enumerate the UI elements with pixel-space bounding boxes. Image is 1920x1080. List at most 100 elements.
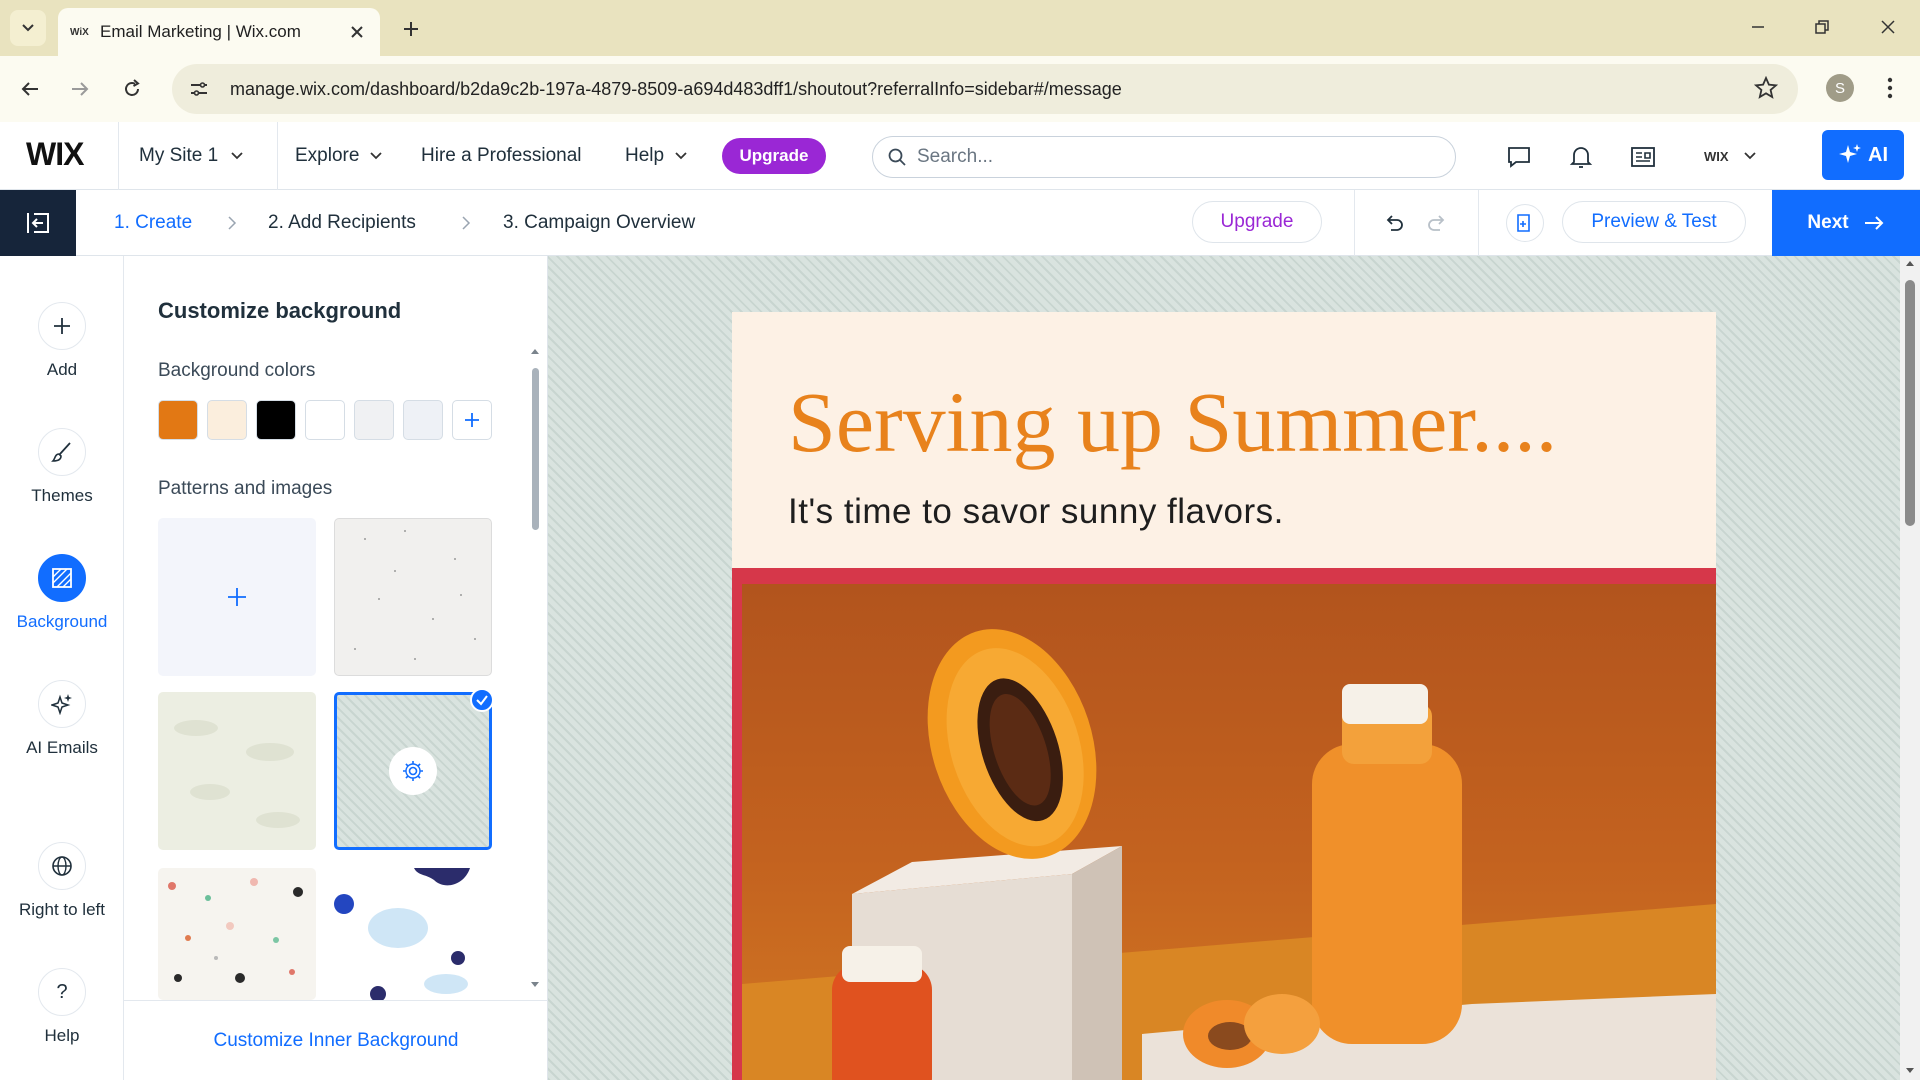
browser-tab[interactable]: WiX Email Marketing | Wix.com xyxy=(58,8,380,56)
notifications-button[interactable] xyxy=(1564,140,1598,174)
site-selector[interactable]: My Site 1 xyxy=(118,122,278,190)
hero-image-block[interactable] xyxy=(732,568,1716,1080)
panel-scrollbar[interactable] xyxy=(528,346,542,990)
search-box[interactable] xyxy=(872,136,1456,178)
brush-icon xyxy=(51,442,71,462)
add-circle xyxy=(38,302,86,350)
updates-button[interactable] xyxy=(1626,140,1660,174)
ai-label: AI xyxy=(1868,143,1888,166)
color-swatch[interactable] xyxy=(158,400,198,440)
upgrade-outline-button[interactable]: Upgrade xyxy=(1192,201,1322,243)
rail-item-add[interactable]: Add xyxy=(0,302,124,380)
exit-editor-button[interactable] xyxy=(0,190,76,256)
upload-pattern-tile[interactable] xyxy=(158,518,316,676)
selected-check-icon xyxy=(470,688,494,712)
tab-search-button[interactable] xyxy=(10,10,46,46)
chevron-right-icon xyxy=(462,216,471,230)
step-campaign-overview[interactable]: 3. Campaign Overview xyxy=(503,190,695,256)
email-subheadline[interactable]: It's time to savor sunny flavors. xyxy=(788,492,1284,532)
bookmark-star-button[interactable] xyxy=(1754,76,1778,100)
url-text: manage.wix.com/dashboard/b2da9c2b-197a-4… xyxy=(230,78,1122,99)
color-swatch[interactable] xyxy=(207,400,247,440)
new-tab-button[interactable] xyxy=(396,14,426,44)
scroll-down-arrow-icon xyxy=(531,982,539,987)
scroll-down-arrow-icon xyxy=(1906,1068,1914,1073)
panel-scroll-thumb[interactable] xyxy=(532,368,539,530)
rtl-circle xyxy=(38,842,86,890)
color-swatch[interactable] xyxy=(256,400,296,440)
redo-button[interactable] xyxy=(1421,207,1453,239)
color-swatch[interactable] xyxy=(305,400,345,440)
canvas-scroll-thumb[interactable] xyxy=(1905,280,1915,526)
minimize-window-button[interactable] xyxy=(1740,12,1776,42)
exit-icon xyxy=(27,213,49,233)
rail-label: Themes xyxy=(31,486,93,505)
canvas-scrollbar[interactable] xyxy=(1900,256,1920,1080)
chevron-down-icon xyxy=(1743,152,1756,160)
color-swatch[interactable] xyxy=(403,400,443,440)
campaign-steps-bar: 1. Create 2. Add Recipients 3. Campaign … xyxy=(0,190,1920,256)
rail-item-ai-emails[interactable]: AI Emails xyxy=(0,680,124,758)
pattern-tile-clouds[interactable] xyxy=(158,692,316,850)
rail-label: Background xyxy=(16,612,108,631)
speckle-pattern xyxy=(354,530,476,660)
rail-item-themes[interactable]: Themes xyxy=(0,428,124,506)
wix-logo[interactable]: WIX xyxy=(26,136,84,173)
browser-tab-strip: WiX Email Marketing | Wix.com xyxy=(0,0,1920,56)
pattern-tile-terrazzo[interactable] xyxy=(158,868,316,1000)
plus-icon xyxy=(404,22,418,36)
help-menu[interactable]: Help xyxy=(625,122,688,190)
upgrade-button[interactable]: Upgrade xyxy=(722,138,826,174)
wix-favicon-icon: WiX xyxy=(70,26,89,38)
hire-professional-link[interactable]: Hire a Professional xyxy=(421,122,582,190)
explore-menu[interactable]: Explore xyxy=(295,122,383,190)
forward-button[interactable] xyxy=(64,73,96,105)
minimize-icon xyxy=(1752,26,1764,28)
chevron-down-icon xyxy=(231,152,243,160)
plus-icon xyxy=(54,318,70,334)
site-info-icon[interactable] xyxy=(186,76,212,102)
messages-button[interactable] xyxy=(1502,140,1536,174)
profile-avatar[interactable]: S xyxy=(1826,74,1854,102)
search-input[interactable] xyxy=(917,146,1417,168)
patterns-label: Patterns and images xyxy=(158,478,333,499)
close-window-button[interactable] xyxy=(1870,12,1906,42)
step-create[interactable]: 1. Create xyxy=(114,190,192,256)
chevron-right-icon xyxy=(228,216,237,230)
reload-button[interactable] xyxy=(116,73,148,105)
add-color-button[interactable] xyxy=(452,400,492,440)
hire-label: Hire a Professional xyxy=(421,145,582,166)
browser-menu-button[interactable] xyxy=(1880,72,1900,104)
panel-title: Customize background xyxy=(158,298,402,323)
save-template-button[interactable] xyxy=(1506,204,1544,242)
next-button[interactable]: Next xyxy=(1772,190,1920,256)
account-label: WIX xyxy=(1704,148,1729,164)
hero-image xyxy=(742,584,1716,1080)
ai-assistant-button[interactable]: AI xyxy=(1822,130,1904,180)
address-bar[interactable]: manage.wix.com/dashboard/b2da9c2b-197a-4… xyxy=(172,64,1798,114)
star-icon xyxy=(1754,76,1778,99)
email-canvas: Serving up Summer.... It's time to savor… xyxy=(548,256,1920,1080)
pattern-tile-speckle[interactable] xyxy=(334,518,492,676)
preview-test-button[interactable]: Preview & Test xyxy=(1562,201,1746,243)
rail-item-right-to-left[interactable]: Right to left xyxy=(0,842,124,920)
restore-window-button[interactable] xyxy=(1804,12,1840,42)
cloud-pattern xyxy=(174,720,300,828)
color-swatch[interactable] xyxy=(354,400,394,440)
account-menu[interactable]: WIX xyxy=(1704,122,1757,190)
rail-item-background[interactable]: Background xyxy=(0,554,124,632)
scroll-up-arrow-icon xyxy=(531,349,539,354)
step-add-recipients[interactable]: 2. Add Recipients xyxy=(268,190,416,256)
back-button[interactable] xyxy=(14,73,46,105)
close-icon xyxy=(1881,20,1895,34)
rail-label: Help xyxy=(44,1026,80,1045)
tab-close-button[interactable] xyxy=(346,21,368,43)
email-body[interactable]: Serving up Summer.... It's time to savor… xyxy=(732,312,1716,1080)
pattern-tile-blobs[interactable] xyxy=(334,868,492,1000)
pattern-tile-diagonal-selected[interactable] xyxy=(334,692,492,850)
email-headline[interactable]: Serving up Summer.... xyxy=(788,372,1557,472)
undo-button[interactable] xyxy=(1378,207,1410,239)
customize-inner-background-link[interactable]: Customize Inner Background xyxy=(124,1000,548,1080)
pattern-settings-button[interactable] xyxy=(389,747,437,795)
rail-item-help[interactable]: ? Help xyxy=(0,968,124,1046)
